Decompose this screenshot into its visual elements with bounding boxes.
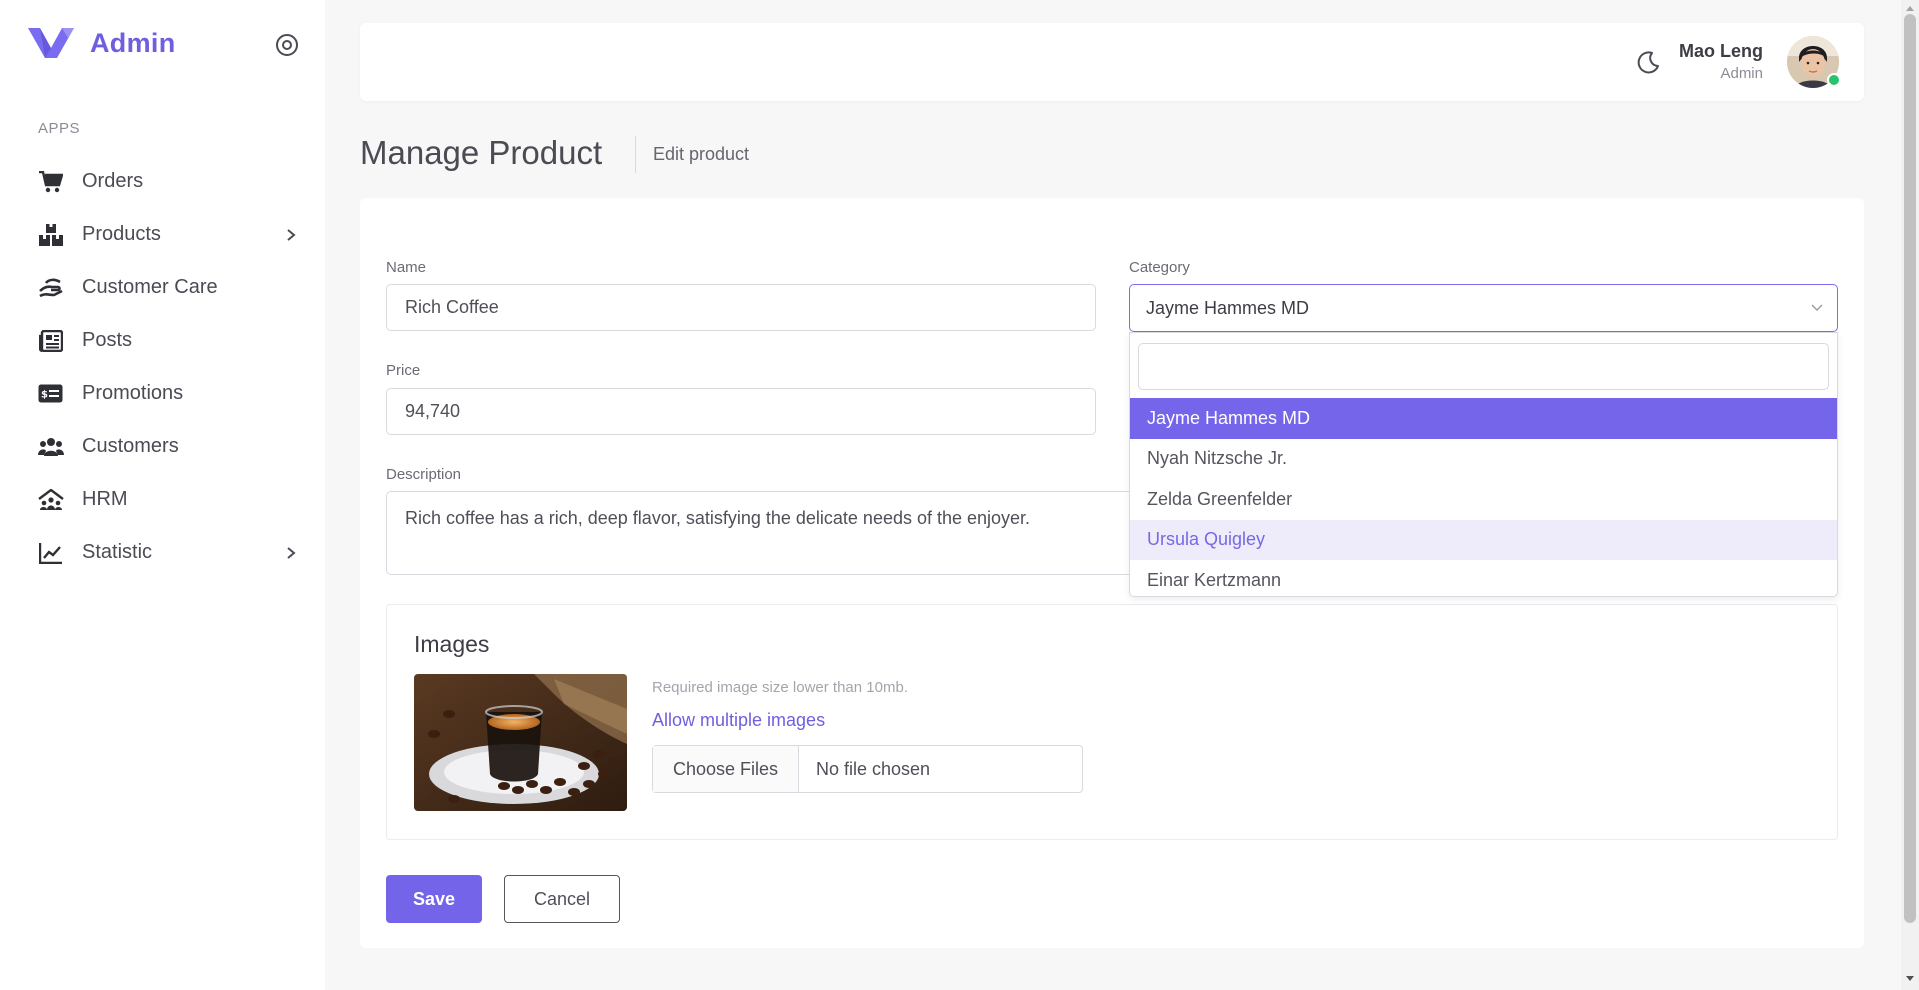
category-option[interactable]: Ursula Quigley (1130, 519, 1837, 560)
sidebar-item-hrm[interactable]: HRM (0, 473, 325, 526)
sidebar-item-customers[interactable]: Customers (0, 420, 325, 473)
sidebar-section-title: APPS (38, 120, 81, 137)
category-option[interactable]: Zelda Greenfelder (1130, 479, 1837, 520)
category-selected-value: Jayme Hammes MD (1146, 297, 1310, 318)
sidebar-item-posts[interactable]: Posts (0, 314, 325, 367)
sidebar-nav: Orders Products Customer Care Posts $ Pr… (0, 155, 325, 579)
boxes-icon (37, 221, 64, 248)
sidebar-item-customer-care[interactable]: Customer Care (0, 261, 325, 314)
image-size-hint: Required image size lower than 10mb. (652, 679, 908, 696)
page-subtitle: Edit product (653, 144, 750, 164)
sidebar-item-label: HRM (82, 488, 128, 510)
online-status-indicator (1827, 73, 1841, 87)
sidebar-item-label: Customers (82, 435, 179, 457)
chevron-down-icon (1811, 304, 1823, 311)
page-scrollbar[interactable] (1901, 0, 1919, 990)
save-button[interactable]: Save (386, 875, 482, 923)
topbar: Mao Leng Admin (360, 23, 1864, 101)
price-label: Price (386, 362, 421, 379)
product-image-thumbnail[interactable] (414, 674, 627, 811)
sidebar-item-products[interactable]: Products (0, 208, 325, 261)
chevron-right-icon (287, 546, 296, 559)
newspaper-icon (37, 327, 64, 354)
title-divider (635, 136, 636, 173)
money-ticket-icon: $ (37, 380, 64, 407)
hand-care-icon (37, 274, 64, 301)
sidebar-item-label: Statistic (82, 541, 153, 563)
user-name[interactable]: Mao Leng (1679, 41, 1763, 62)
category-label: Category (1129, 259, 1190, 276)
description-label: Description (386, 466, 462, 483)
allow-multiple-images-link[interactable]: Allow multiple images (652, 710, 825, 731)
sidebar-item-label: Products (82, 223, 161, 245)
brand-name: Admin (90, 27, 176, 58)
page-title: Manage Product (360, 134, 603, 171)
sidebar-item-label: Orders (82, 170, 144, 192)
team-roof-icon (37, 486, 64, 513)
sidebar-item-promotions[interactable]: $ Promotions (0, 367, 325, 420)
chevron-right-icon (287, 228, 296, 241)
category-search-input[interactable] (1138, 343, 1829, 390)
name-input[interactable]: Rich Coffee (386, 284, 1096, 331)
name-label: Name (386, 259, 427, 276)
line-chart-icon (37, 539, 64, 566)
choose-files-button[interactable]: Choose Files (653, 746, 799, 792)
cancel-button[interactable]: Cancel (504, 875, 620, 923)
sidebar-item-label: Promotions (82, 382, 184, 404)
category-options: Jayme Hammes MD Nyah Nitzsche Jr. Zelda … (1130, 398, 1837, 601)
images-title: Images (414, 631, 490, 657)
svg-text:$: $ (41, 390, 48, 401)
file-input[interactable]: Choose Files No file chosen (652, 745, 1083, 793)
user-role: Admin (1720, 65, 1763, 82)
collapse-sidebar-icon[interactable] (274, 32, 300, 58)
scroll-down-arrow-icon[interactable] (1906, 976, 1914, 981)
sidebar: Admin APPS Orders Products Customer Care (0, 0, 325, 990)
scroll-up-arrow-icon[interactable] (1906, 6, 1914, 11)
sidebar-item-orders[interactable]: Orders (0, 155, 325, 208)
moon-icon[interactable] (1635, 49, 1661, 75)
scrollbar-thumb[interactable] (1904, 14, 1916, 923)
file-status: No file chosen (816, 758, 931, 779)
sidebar-item-label: Customer Care (82, 276, 218, 298)
category-option[interactable]: Nyah Nitzsche Jr. (1130, 439, 1837, 480)
v-logo-icon (28, 28, 74, 58)
product-form-card: Name Rich Coffee Price 94,740 Descriptio… (360, 198, 1864, 948)
category-select[interactable]: Jayme Hammes MD (1129, 284, 1838, 332)
price-input[interactable]: 94,740 (386, 388, 1096, 435)
images-section: Images Required image size lower than 10… (386, 604, 1838, 840)
sidebar-item-statistic[interactable]: Statistic (0, 526, 325, 579)
sidebar-item-label: Posts (82, 329, 133, 351)
category-dropdown: Jayme Hammes MD Nyah Nitzsche Jr. Zelda … (1129, 332, 1838, 597)
users-icon (37, 433, 64, 460)
category-option[interactable]: Jayme Hammes MD (1130, 398, 1837, 439)
cart-icon (37, 168, 64, 195)
category-option[interactable]: Einar Kertzmann (1130, 560, 1837, 601)
brand[interactable]: Admin (28, 26, 176, 60)
